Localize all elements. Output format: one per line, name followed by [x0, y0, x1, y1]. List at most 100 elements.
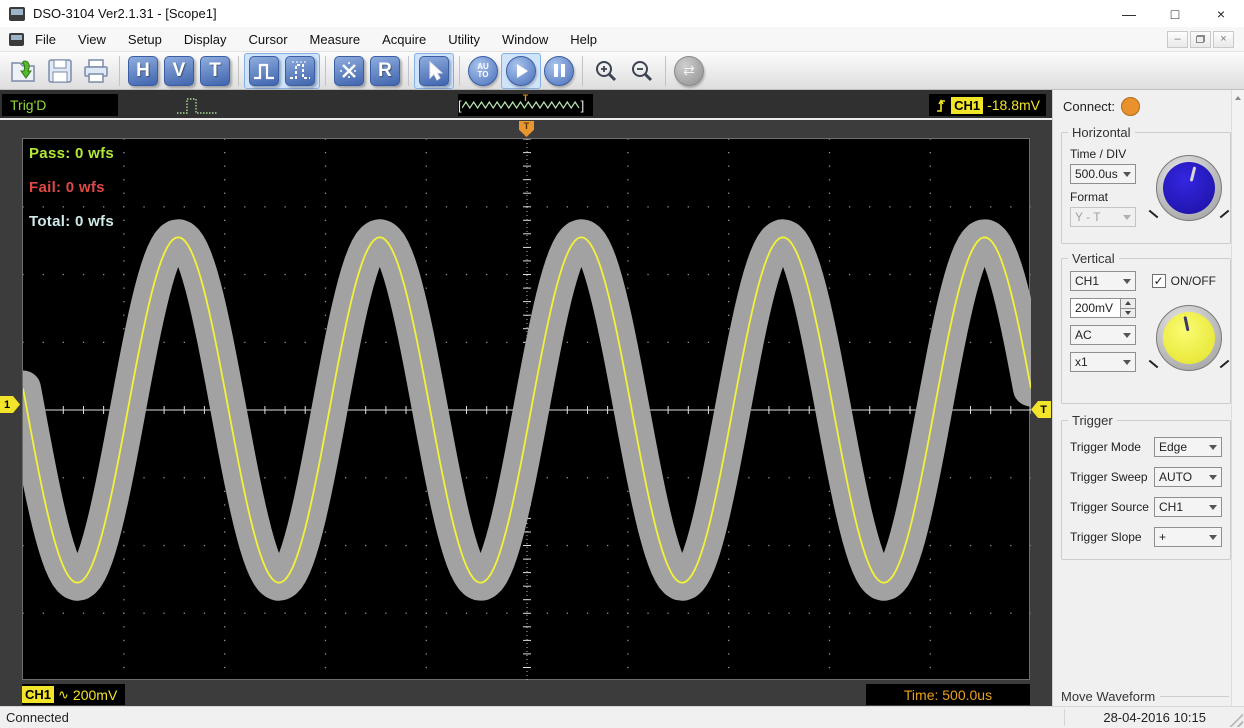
horizontal-cursor-button[interactable]: H [126, 54, 160, 88]
menu-display[interactable]: Display [173, 27, 238, 51]
maximize-button[interactable]: □ [1152, 0, 1198, 27]
chevron-down-icon [1209, 535, 1217, 540]
panel-scrollbar[interactable] [1231, 90, 1244, 706]
trigger-group-title: Trigger [1068, 413, 1117, 428]
toolbar-separator [408, 56, 409, 86]
move-waveform-group: Move Waveform [1061, 696, 1229, 697]
trigger-sweep-select[interactable]: AUTO [1154, 467, 1222, 487]
vertical-cursor-button[interactable]: V [162, 54, 196, 88]
menu-acquire[interactable]: Acquire [371, 27, 437, 51]
chevron-down-icon [1123, 360, 1131, 365]
vertical-group: Vertical CH1 200mV AC x1 ✓ ON/OFF [1061, 258, 1231, 404]
trigger-level-marker[interactable]: T [1031, 401, 1051, 418]
select-cursor-button[interactable] [417, 54, 451, 88]
chevron-down-icon [1123, 279, 1131, 284]
scope-screen[interactable]: Pass: 0 wfs Fail: 0 wfs Total: 0 wfs [22, 138, 1030, 680]
pass-fail-group-highlight [244, 53, 320, 89]
zoom-out-button[interactable] [625, 54, 659, 88]
preview-trigger-marker: T [523, 93, 529, 103]
spin-up-button[interactable] [1121, 299, 1135, 309]
datetime-display: 28-04-2016 10:15 [1103, 710, 1206, 725]
h-icon: H [128, 56, 158, 86]
minimize-button[interactable]: — [1106, 0, 1152, 27]
trigger-source-select[interactable]: CH1 [1154, 497, 1222, 517]
scope-display-area: T Pass: 0 wfs Fail: 0 wfs Total: 0 wfs 1… [0, 120, 1052, 706]
vertical-knob[interactable] [1156, 305, 1222, 371]
zoom-in-button[interactable] [589, 54, 623, 88]
chevron-down-icon [1209, 505, 1217, 510]
auto-icon: AU TO [468, 56, 498, 86]
mdi-close-button[interactable]: × [1213, 31, 1234, 48]
chevron-down-icon [1123, 172, 1131, 177]
r-icon: R [370, 56, 400, 86]
scroll-up-arrow-icon[interactable] [1232, 90, 1244, 105]
run-button[interactable] [504, 54, 538, 88]
print-button[interactable] [79, 54, 113, 88]
channel-chip: CH1 [22, 686, 54, 703]
ac-coupling-icon: ∿ [58, 687, 69, 703]
trigger-level-badge: CH1 -18.8mV [929, 94, 1046, 116]
cross-cursor-button[interactable] [332, 54, 366, 88]
trigger-mode-select[interactable]: Edge [1154, 437, 1222, 457]
coupling-select[interactable]: AC [1070, 325, 1136, 345]
mdi-restore-button[interactable] [1190, 31, 1211, 48]
open-button[interactable] [7, 54, 41, 88]
connection-status: Connected [0, 710, 69, 725]
channel-select[interactable]: CH1 [1070, 271, 1136, 291]
menu-bar: File View Setup Display Cursor Measure A… [0, 27, 1244, 52]
pulse-icon [249, 56, 279, 86]
total-count: Total: 0 wfs [29, 213, 114, 230]
trigger-position-marker[interactable]: T [519, 121, 534, 137]
menu-measure[interactable]: Measure [299, 27, 372, 51]
rising-edge-icon [935, 96, 947, 114]
trigger-level-value: -18.8mV [987, 97, 1040, 113]
pause-button[interactable] [542, 54, 576, 88]
save-button[interactable] [43, 54, 77, 88]
mdi-minimize-button[interactable]: – [1167, 31, 1188, 48]
refresh-button[interactable]: R [368, 54, 402, 88]
format-select: Y - T [1070, 207, 1136, 227]
spin-down-button[interactable] [1121, 309, 1135, 318]
floppy-disk-icon [47, 58, 73, 84]
open-folder-icon [10, 58, 38, 84]
move-waveform-title: Move Waveform [1061, 689, 1160, 704]
sync-button[interactable]: ⇄ [672, 54, 706, 88]
t-icon: T [200, 56, 230, 86]
menu-help[interactable]: Help [559, 27, 608, 51]
knob-tick [1149, 210, 1159, 219]
onoff-checkbox[interactable]: ✓ [1152, 274, 1166, 288]
menu-cursor[interactable]: Cursor [238, 27, 299, 51]
horizontal-knob[interactable] [1156, 155, 1222, 221]
pulse-indicator-icon [176, 94, 218, 116]
time-per-div-badge: Time: 500.0us [866, 684, 1030, 705]
waveform-preview[interactable]: [ ] T [458, 94, 593, 116]
trigger-status-badge: Trig'D [2, 94, 118, 116]
volts-div-spinner[interactable]: 200mV [1070, 298, 1136, 318]
pass-fail-mask-button[interactable] [247, 54, 281, 88]
waveform-plot [23, 139, 1031, 681]
autoset-button[interactable]: AU TO [466, 54, 500, 88]
pause-icon [544, 56, 574, 86]
close-button[interactable]: × [1198, 0, 1244, 27]
probe-select[interactable]: x1 [1070, 352, 1136, 372]
channel1-ground-marker[interactable]: 1 [0, 396, 20, 413]
channel-settings-badge: CH1 ∿ 200mV [22, 684, 125, 705]
toolbar-separator [459, 56, 460, 86]
trigger-slope-select[interactable]: + [1154, 527, 1222, 547]
menu-utility[interactable]: Utility [437, 27, 491, 51]
menu-setup[interactable]: Setup [117, 27, 173, 51]
scope-status-row: Trig'D [ ] T CH1 -18.8mV [0, 90, 1052, 120]
menu-window[interactable]: Window [491, 27, 559, 51]
chevron-down-icon [1209, 475, 1217, 480]
preview-wave-icon [462, 99, 581, 111]
resize-grip[interactable] [1229, 713, 1243, 727]
trigger-cursor-button[interactable]: T [198, 54, 232, 88]
time-div-select[interactable]: 500.0us [1070, 164, 1136, 184]
menu-file[interactable]: File [24, 27, 67, 51]
knob-tick [1220, 210, 1230, 219]
status-bar: Connected 28-04-2016 10:15 [0, 706, 1244, 728]
statusbar-separator [1064, 709, 1065, 726]
menu-view[interactable]: View [67, 27, 117, 51]
trigger-slope-label: Trigger Slope [1070, 530, 1142, 544]
pass-fail-settings-button[interactable] [283, 54, 317, 88]
